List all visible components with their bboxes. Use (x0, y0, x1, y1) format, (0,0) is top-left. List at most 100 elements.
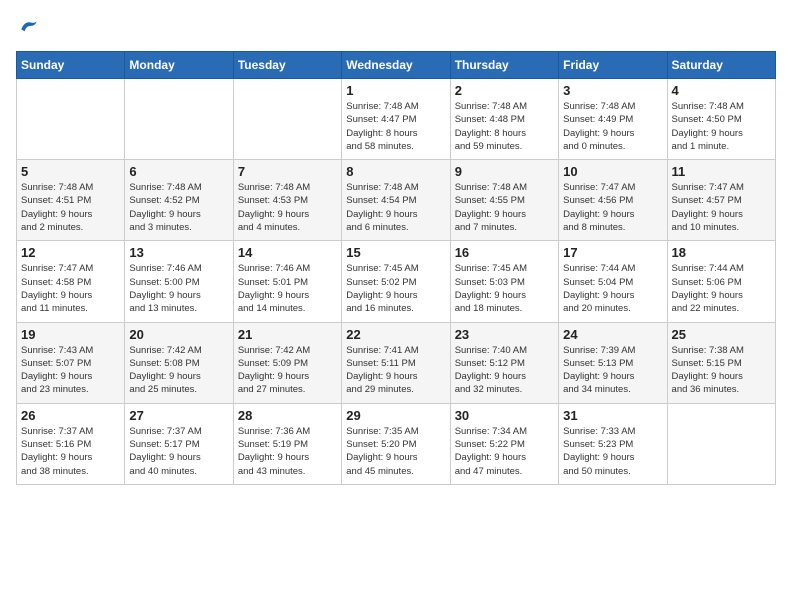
day-info: Sunrise: 7:34 AM Sunset: 5:22 PM Dayligh… (455, 425, 554, 478)
calendar-cell: 29Sunrise: 7:35 AM Sunset: 5:20 PM Dayli… (342, 403, 450, 484)
calendar-row-2: 12Sunrise: 7:47 AM Sunset: 4:58 PM Dayli… (17, 241, 776, 322)
calendar-cell: 20 Sunrise: 7:42 AM Sunset: 5:08 PM Dayli… (125, 322, 233, 403)
day-number: 9 (455, 164, 554, 179)
calendar-cell (667, 403, 775, 484)
day-info: Sunrise: 7:48 AM Sunset: 4:53 PM Dayligh… (238, 181, 337, 234)
day-number: 13 (129, 245, 228, 260)
day-info: Sunrise: 7:40 AM Sunset: 5:12 PM Dayligh… (455, 344, 554, 397)
calendar-cell: 14Sunrise: 7:46 AM Sunset: 5:01 PM Dayli… (233, 241, 341, 322)
calendar-cell: 10 Sunrise: 7:47 AM Sunset: 4:56 PM Dayli… (559, 160, 667, 241)
calendar-cell: 27 Sunrise: 7:37 AM Sunset: 5:17 PM Dayli… (125, 403, 233, 484)
day-number: 25 (672, 327, 771, 342)
day-number: 14 (238, 245, 337, 260)
calendar-cell: 3 Sunrise: 7:48 AM Sunset: 4:49 PM Daylig… (559, 79, 667, 160)
calendar-table: SundayMondayTuesdayWednesdayThursdayFrid… (16, 51, 776, 485)
weekday-header-tuesday: Tuesday (233, 52, 341, 79)
calendar-cell: 12Sunrise: 7:47 AM Sunset: 4:58 PM Dayli… (17, 241, 125, 322)
day-number: 24 (563, 327, 662, 342)
day-info: Sunrise: 7:43 AM Sunset: 5:07 PM Dayligh… (21, 344, 120, 397)
calendar-cell: 13 Sunrise: 7:46 AM Sunset: 5:00 PM Dayli… (125, 241, 233, 322)
day-number: 26 (21, 408, 120, 423)
day-number: 10 (563, 164, 662, 179)
day-info: Sunrise: 7:48 AM Sunset: 4:48 PM Dayligh… (455, 100, 554, 153)
day-number: 23 (455, 327, 554, 342)
day-info: Sunrise: 7:42 AM Sunset: 5:09 PM Dayligh… (238, 344, 337, 397)
day-info: Sunrise: 7:47 AM Sunset: 4:56 PM Dayligh… (563, 181, 662, 234)
day-number: 12 (21, 245, 120, 260)
day-number: 19 (21, 327, 120, 342)
day-info: Sunrise: 7:45 AM Sunset: 5:03 PM Dayligh… (455, 262, 554, 315)
day-number: 7 (238, 164, 337, 179)
calendar-cell: 26Sunrise: 7:37 AM Sunset: 5:16 PM Dayli… (17, 403, 125, 484)
calendar-cell: 22 Sunrise: 7:41 AM Sunset: 5:11 PM Dayli… (342, 322, 450, 403)
day-info: Sunrise: 7:48 AM Sunset: 4:52 PM Dayligh… (129, 181, 228, 234)
calendar-cell: 6 Sunrise: 7:48 AM Sunset: 4:52 PM Daylig… (125, 160, 233, 241)
weekday-header-saturday: Saturday (667, 52, 775, 79)
day-info: Sunrise: 7:48 AM Sunset: 4:47 PM Dayligh… (346, 100, 445, 153)
day-info: Sunrise: 7:42 AM Sunset: 5:08 PM Dayligh… (129, 344, 228, 397)
day-number: 20 (129, 327, 228, 342)
calendar-cell: 11 Sunrise: 7:47 AM Sunset: 4:57 PM Dayli… (667, 160, 775, 241)
day-number: 2 (455, 83, 554, 98)
calendar-cell: 7 Sunrise: 7:48 AM Sunset: 4:53 PM Daylig… (233, 160, 341, 241)
calendar-cell: 24 Sunrise: 7:39 AM Sunset: 5:13 PM Dayli… (559, 322, 667, 403)
weekday-header-wednesday: Wednesday (342, 52, 450, 79)
calendar-cell: 21 Sunrise: 7:42 AM Sunset: 5:09 PM Dayli… (233, 322, 341, 403)
day-info: Sunrise: 7:37 AM Sunset: 5:17 PM Dayligh… (129, 425, 228, 478)
calendar-cell: 31Sunrise: 7:33 AM Sunset: 5:23 PM Dayli… (559, 403, 667, 484)
day-info: Sunrise: 7:48 AM Sunset: 4:50 PM Dayligh… (672, 100, 771, 153)
day-number: 21 (238, 327, 337, 342)
day-number: 28 (238, 408, 337, 423)
calendar-cell: 4 Sunrise: 7:48 AM Sunset: 4:50 PM Daylig… (667, 79, 775, 160)
calendar-row-1: 5Sunrise: 7:48 AM Sunset: 4:51 PM Daylig… (17, 160, 776, 241)
calendar-cell: 23 Sunrise: 7:40 AM Sunset: 5:12 PM Dayli… (450, 322, 558, 403)
day-info: Sunrise: 7:46 AM Sunset: 5:00 PM Dayligh… (129, 262, 228, 315)
calendar-header-row: SundayMondayTuesdayWednesdayThursdayFrid… (17, 52, 776, 79)
day-info: Sunrise: 7:36 AM Sunset: 5:19 PM Dayligh… (238, 425, 337, 478)
day-number: 22 (346, 327, 445, 342)
day-info: Sunrise: 7:44 AM Sunset: 5:06 PM Dayligh… (672, 262, 771, 315)
day-number: 4 (672, 83, 771, 98)
calendar-cell: 8 Sunrise: 7:48 AM Sunset: 4:54 PM Daylig… (342, 160, 450, 241)
calendar-row-4: 26Sunrise: 7:37 AM Sunset: 5:16 PM Dayli… (17, 403, 776, 484)
calendar-cell: 17Sunrise: 7:44 AM Sunset: 5:04 PM Dayli… (559, 241, 667, 322)
day-number: 31 (563, 408, 662, 423)
weekday-header-thursday: Thursday (450, 52, 558, 79)
calendar-cell: 1 Sunrise: 7:48 AM Sunset: 4:47 PM Daylig… (342, 79, 450, 160)
logo (16, 16, 38, 41)
day-info: Sunrise: 7:48 AM Sunset: 4:54 PM Dayligh… (346, 181, 445, 234)
calendar-cell: 19 Sunrise: 7:43 AM Sunset: 5:07 PM Dayli… (17, 322, 125, 403)
day-number: 27 (129, 408, 228, 423)
day-number: 11 (672, 164, 771, 179)
calendar-row-3: 19 Sunrise: 7:43 AM Sunset: 5:07 PM Dayli… (17, 322, 776, 403)
day-number: 1 (346, 83, 445, 98)
day-info: Sunrise: 7:48 AM Sunset: 4:55 PM Dayligh… (455, 181, 554, 234)
weekday-header-sunday: Sunday (17, 52, 125, 79)
day-number: 8 (346, 164, 445, 179)
day-number: 18 (672, 245, 771, 260)
day-info: Sunrise: 7:48 AM Sunset: 4:49 PM Dayligh… (563, 100, 662, 153)
weekday-header-friday: Friday (559, 52, 667, 79)
calendar-cell: 16Sunrise: 7:45 AM Sunset: 5:03 PM Dayli… (450, 241, 558, 322)
day-number: 3 (563, 83, 662, 98)
calendar-cell (125, 79, 233, 160)
calendar-cell: 9 Sunrise: 7:48 AM Sunset: 4:55 PM Daylig… (450, 160, 558, 241)
calendar-cell (17, 79, 125, 160)
day-number: 6 (129, 164, 228, 179)
page-header (16, 16, 776, 41)
day-info: Sunrise: 7:41 AM Sunset: 5:11 PM Dayligh… (346, 344, 445, 397)
day-info: Sunrise: 7:38 AM Sunset: 5:15 PM Dayligh… (672, 344, 771, 397)
day-info: Sunrise: 7:45 AM Sunset: 5:02 PM Dayligh… (346, 262, 445, 315)
calendar-cell: 15Sunrise: 7:45 AM Sunset: 5:02 PM Dayli… (342, 241, 450, 322)
logo-bird-icon (18, 16, 38, 36)
calendar-cell: 5Sunrise: 7:48 AM Sunset: 4:51 PM Daylig… (17, 160, 125, 241)
day-info: Sunrise: 7:48 AM Sunset: 4:51 PM Dayligh… (21, 181, 120, 234)
day-info: Sunrise: 7:39 AM Sunset: 5:13 PM Dayligh… (563, 344, 662, 397)
calendar-cell: 30 Sunrise: 7:34 AM Sunset: 5:22 PM Dayli… (450, 403, 558, 484)
day-number: 30 (455, 408, 554, 423)
logo-text-block (16, 16, 38, 41)
calendar-cell (233, 79, 341, 160)
day-info: Sunrise: 7:47 AM Sunset: 4:57 PM Dayligh… (672, 181, 771, 234)
day-number: 29 (346, 408, 445, 423)
calendar-cell: 28 Sunrise: 7:36 AM Sunset: 5:19 PM Dayli… (233, 403, 341, 484)
